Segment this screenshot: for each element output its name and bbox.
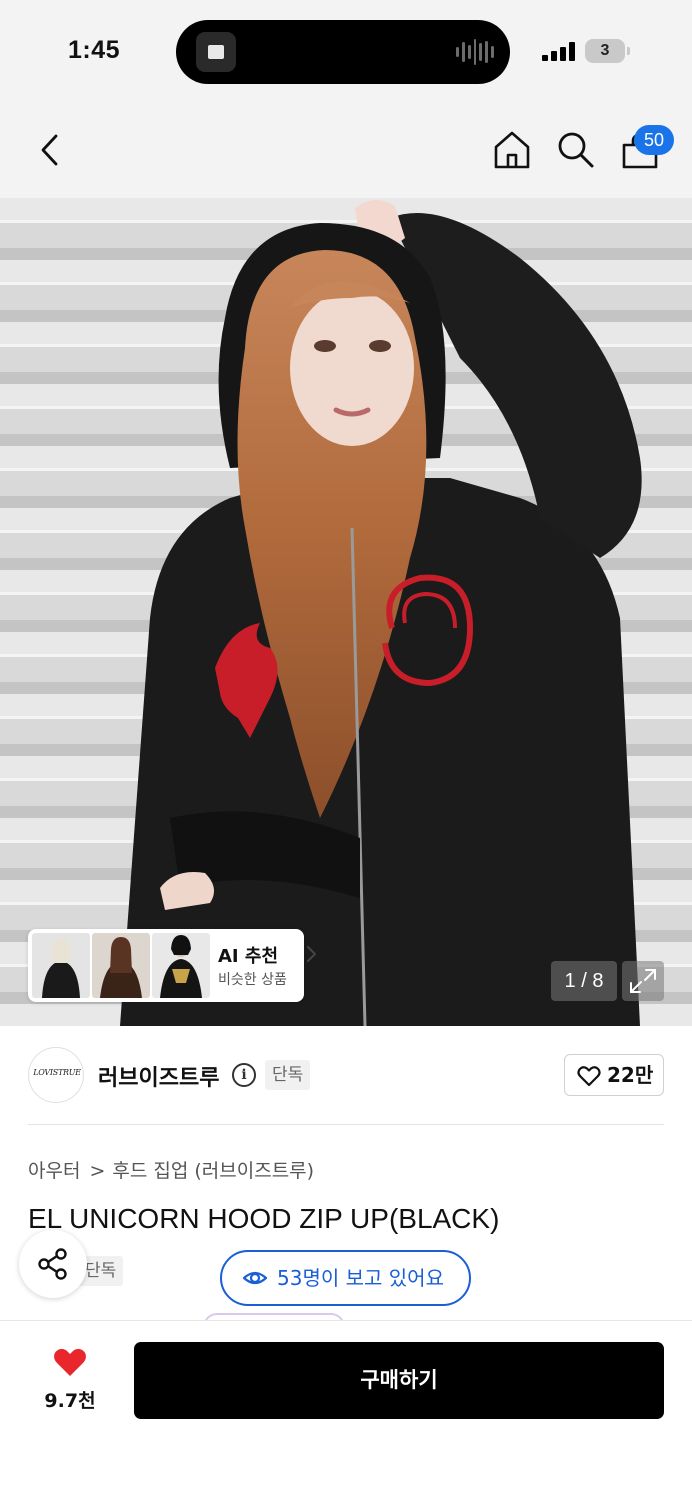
chevron-right-icon [307, 946, 316, 962]
ai-recommendation-title: AI 추천 [218, 946, 279, 967]
breadcrumb-category[interactable]: 아우터 [28, 1160, 80, 1182]
cellular-signal-icon [542, 41, 576, 61]
viewers-count-text: 53명이 보고 있어요 [277, 1266, 444, 1290]
audio-waveform-icon [456, 38, 495, 66]
battery-tip [627, 47, 630, 55]
product-title: EL UNICORN HOOD ZIP UP(BLACK) [28, 1203, 500, 1234]
expand-image-button[interactable] [622, 961, 664, 1001]
eye-icon [242, 1271, 268, 1285]
recommendation-thumbnail [152, 933, 210, 998]
brand-name[interactable]: 러브이즈트루 [98, 1060, 219, 1092]
search-icon[interactable] [556, 130, 596, 170]
heart-outline-icon [577, 1066, 601, 1087]
share-icon [38, 1248, 67, 1280]
wishlist-count: 9.7천 [44, 1390, 96, 1412]
brand-like-button[interactable]: 22만 [564, 1054, 664, 1096]
recommendation-thumbnail [32, 933, 90, 998]
exclusive-tag: 단독 [265, 1060, 311, 1090]
product-image-gallery[interactable] [0, 198, 692, 1026]
divider [28, 1124, 664, 1125]
recommendation-thumbnail [92, 933, 150, 998]
ai-recommendation-subtitle: 비슷한 상품 [218, 972, 287, 988]
cart-count-badge: 50 [634, 125, 674, 155]
status-bar: 1:45 3 [0, 0, 692, 100]
home-icon[interactable] [493, 130, 531, 170]
dynamic-island[interactable] [176, 20, 510, 84]
breadcrumb: 아우터 > 후드 집업 (러브이즈트루) [28, 1156, 314, 1183]
battery-icon: 3 [585, 39, 625, 63]
chevron-left-icon[interactable] [36, 133, 64, 167]
breadcrumb-subcategory[interactable]: 후드 집업 (러브이즈트루) [112, 1160, 314, 1182]
status-time: 1:45 [68, 36, 121, 64]
battery-level: 3 [600, 42, 610, 59]
viewers-count-pill: 53명이 보고 있어요 [220, 1250, 471, 1306]
info-icon[interactable]: i [232, 1063, 256, 1087]
brand-like-count: 22만 [607, 1063, 654, 1087]
ai-recommendation-card[interactable]: AI 추천 비슷한 상품 [28, 929, 316, 1002]
expand-icon [630, 969, 656, 993]
brand-logo-text: LOVISTRUE [33, 1068, 81, 1077]
island-app-icon [196, 32, 236, 72]
image-page-counter: 1 / 8 [551, 961, 617, 1001]
buy-button[interactable]: 구매하기 [134, 1342, 664, 1419]
share-button[interactable] [19, 1230, 87, 1298]
brand-logo[interactable]: LOVISTRUE [28, 1047, 84, 1103]
chevron-right-icon: > [89, 1160, 106, 1182]
heart-filled-icon[interactable] [52, 1346, 88, 1378]
product-photo [0, 198, 692, 1026]
